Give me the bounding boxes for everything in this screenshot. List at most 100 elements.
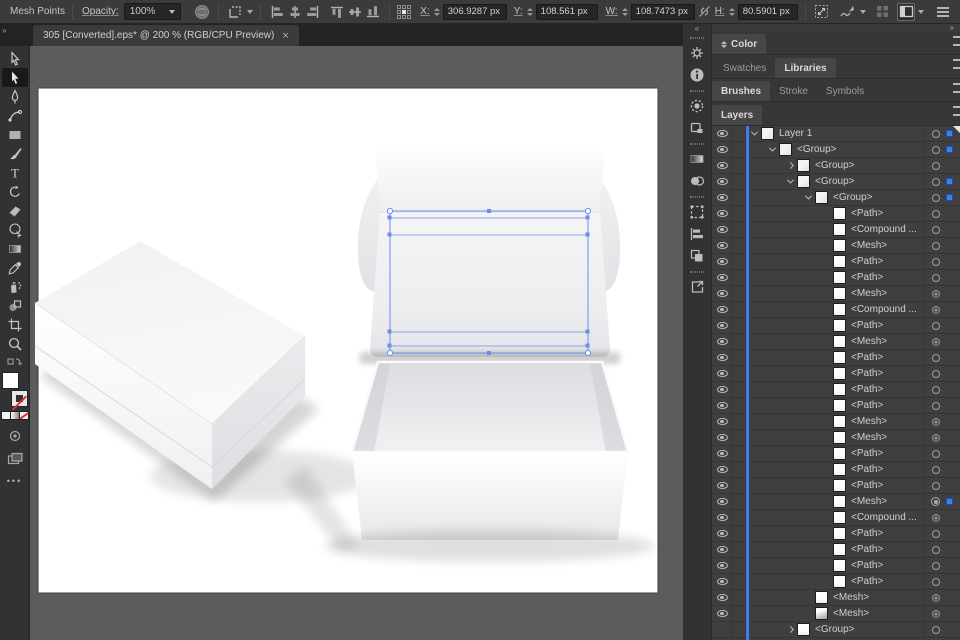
- layer-row-content[interactable]: <Path>: [746, 446, 924, 461]
- target-circle[interactable]: [924, 494, 946, 509]
- lock-cell[interactable]: [733, 350, 746, 365]
- layer-row[interactable]: <Compound ...: [712, 222, 960, 238]
- visibility-toggle[interactable]: [712, 414, 733, 429]
- layer-name[interactable]: <Group>: [833, 192, 872, 203]
- target-circle[interactable]: [924, 414, 946, 429]
- info-icon[interactable]: [686, 64, 708, 86]
- transparency-panel-icon[interactable]: [686, 170, 708, 192]
- target-circle[interactable]: [924, 190, 946, 205]
- lock-cell[interactable]: [733, 382, 746, 397]
- layer-thumbnail[interactable]: [833, 543, 846, 556]
- layer-thumbnail[interactable]: [833, 303, 846, 316]
- layer-row-content[interactable]: <Path>: [746, 478, 924, 493]
- canvas[interactable]: [30, 46, 683, 640]
- grip-handle[interactable]: [690, 143, 704, 145]
- opacity-label[interactable]: Opacity:: [82, 6, 119, 17]
- align-right-icon[interactable]: [304, 3, 322, 21]
- layer-thumbnail[interactable]: [833, 415, 846, 428]
- visibility-toggle[interactable]: [712, 398, 733, 413]
- layer-thumbnail[interactable]: [833, 207, 846, 220]
- layer-row-content[interactable]: <Path>: [746, 462, 924, 477]
- target-circle[interactable]: [924, 350, 946, 365]
- visibility-toggle[interactable]: [712, 526, 733, 541]
- expand-arrow-icon[interactable]: [786, 176, 795, 184]
- rotate-tool[interactable]: [2, 182, 28, 201]
- gradient-chip[interactable]: [9, 411, 20, 420]
- layer-row[interactable]: <Path>: [712, 270, 960, 286]
- lock-cell[interactable]: [733, 526, 746, 541]
- visibility-toggle[interactable]: [712, 238, 733, 253]
- layer-row-content[interactable]: <Compound ...: [746, 510, 924, 525]
- direct-selection-tool[interactable]: [1, 68, 28, 87]
- target-circle[interactable]: [924, 238, 946, 253]
- selection-tool[interactable]: [2, 49, 28, 68]
- layer-thumbnail[interactable]: [833, 511, 846, 524]
- target-circle[interactable]: [924, 574, 946, 589]
- lock-cell[interactable]: [733, 206, 746, 221]
- visibility-toggle[interactable]: [712, 318, 733, 333]
- layer-row-content[interactable]: <Path>: [746, 350, 924, 365]
- layer-row[interactable]: <Path>: [712, 574, 960, 590]
- collapse-strip-icon[interactable]: «: [683, 24, 711, 33]
- lock-cell[interactable]: [733, 606, 746, 621]
- lock-cell[interactable]: [733, 446, 746, 461]
- gradient-tool[interactable]: [2, 239, 28, 258]
- expand-arrow-icon[interactable]: [786, 161, 795, 170]
- layer-row-content[interactable]: <Path>: [746, 526, 924, 541]
- layer-row-content[interactable]: <Path>: [746, 254, 924, 269]
- appearance-panel-icon[interactable]: [686, 201, 708, 223]
- layer-row[interactable]: <Group>: [712, 622, 960, 638]
- layer-name[interactable]: <Path>: [851, 464, 883, 475]
- chevron-down-icon[interactable]: [247, 9, 254, 14]
- layer-name[interactable]: <Path>: [851, 576, 883, 587]
- layer-row-content[interactable]: <Path>: [746, 318, 924, 333]
- target-circle[interactable]: [924, 302, 946, 317]
- target-circle[interactable]: [924, 478, 946, 493]
- y-label[interactable]: Y:: [514, 6, 523, 17]
- target-circle[interactable]: [924, 174, 946, 189]
- layer-thumbnail[interactable]: [761, 127, 774, 140]
- tab-color[interactable]: Color: [712, 34, 767, 54]
- tab-stroke[interactable]: Stroke: [770, 81, 817, 101]
- visibility-toggle[interactable]: [712, 590, 733, 605]
- layer-row[interactable]: <Mesh>: [712, 606, 960, 622]
- transform-icon[interactable]: [226, 3, 244, 21]
- target-circle[interactable]: [924, 366, 946, 381]
- lock-cell[interactable]: [733, 270, 746, 285]
- lock-cell[interactable]: [733, 238, 746, 253]
- align-bottom-icon[interactable]: [364, 3, 382, 21]
- expand-arrow-icon[interactable]: [786, 625, 795, 634]
- lock-cell[interactable]: [733, 334, 746, 349]
- visibility-toggle[interactable]: [712, 286, 733, 301]
- visibility-toggle[interactable]: [712, 622, 733, 637]
- fill-stroke-indicator[interactable]: [1, 372, 28, 411]
- layer-name[interactable]: <Mesh>: [833, 608, 869, 619]
- target-circle[interactable]: [924, 158, 946, 173]
- visibility-toggle[interactable]: [712, 254, 733, 269]
- target-circle[interactable]: [924, 334, 946, 349]
- visibility-toggle[interactable]: [712, 206, 733, 221]
- layer-row[interactable]: <Path>: [712, 446, 960, 462]
- visibility-toggle[interactable]: [712, 334, 733, 349]
- rectangle-tool[interactable]: [2, 125, 28, 144]
- align-middle-icon[interactable]: [346, 3, 364, 21]
- lock-cell[interactable]: [733, 174, 746, 189]
- visibility-toggle[interactable]: [712, 350, 733, 365]
- layer-thumbnail[interactable]: [833, 495, 846, 508]
- h-input[interactable]: 80.5901 px: [737, 3, 798, 20]
- layer-row[interactable]: <Path>: [712, 366, 960, 382]
- reference-point-icon[interactable]: [397, 4, 412, 19]
- lock-cell[interactable]: [733, 190, 746, 205]
- layer-name[interactable]: <Group>: [815, 624, 854, 635]
- lock-cell[interactable]: [733, 494, 746, 509]
- lock-cell[interactable]: [733, 542, 746, 557]
- chevron-down-icon[interactable]: [918, 9, 924, 14]
- layer-name[interactable]: <Group>: [797, 144, 836, 155]
- lock-cell[interactable]: [733, 286, 746, 301]
- target-circle[interactable]: [924, 126, 946, 141]
- menu-icon[interactable]: [934, 3, 952, 21]
- layer-name[interactable]: <Path>: [851, 352, 883, 363]
- layer-row[interactable]: <Path>: [712, 206, 960, 222]
- drawing-modes-icon[interactable]: [2, 426, 28, 445]
- close-icon[interactable]: ×: [282, 30, 288, 41]
